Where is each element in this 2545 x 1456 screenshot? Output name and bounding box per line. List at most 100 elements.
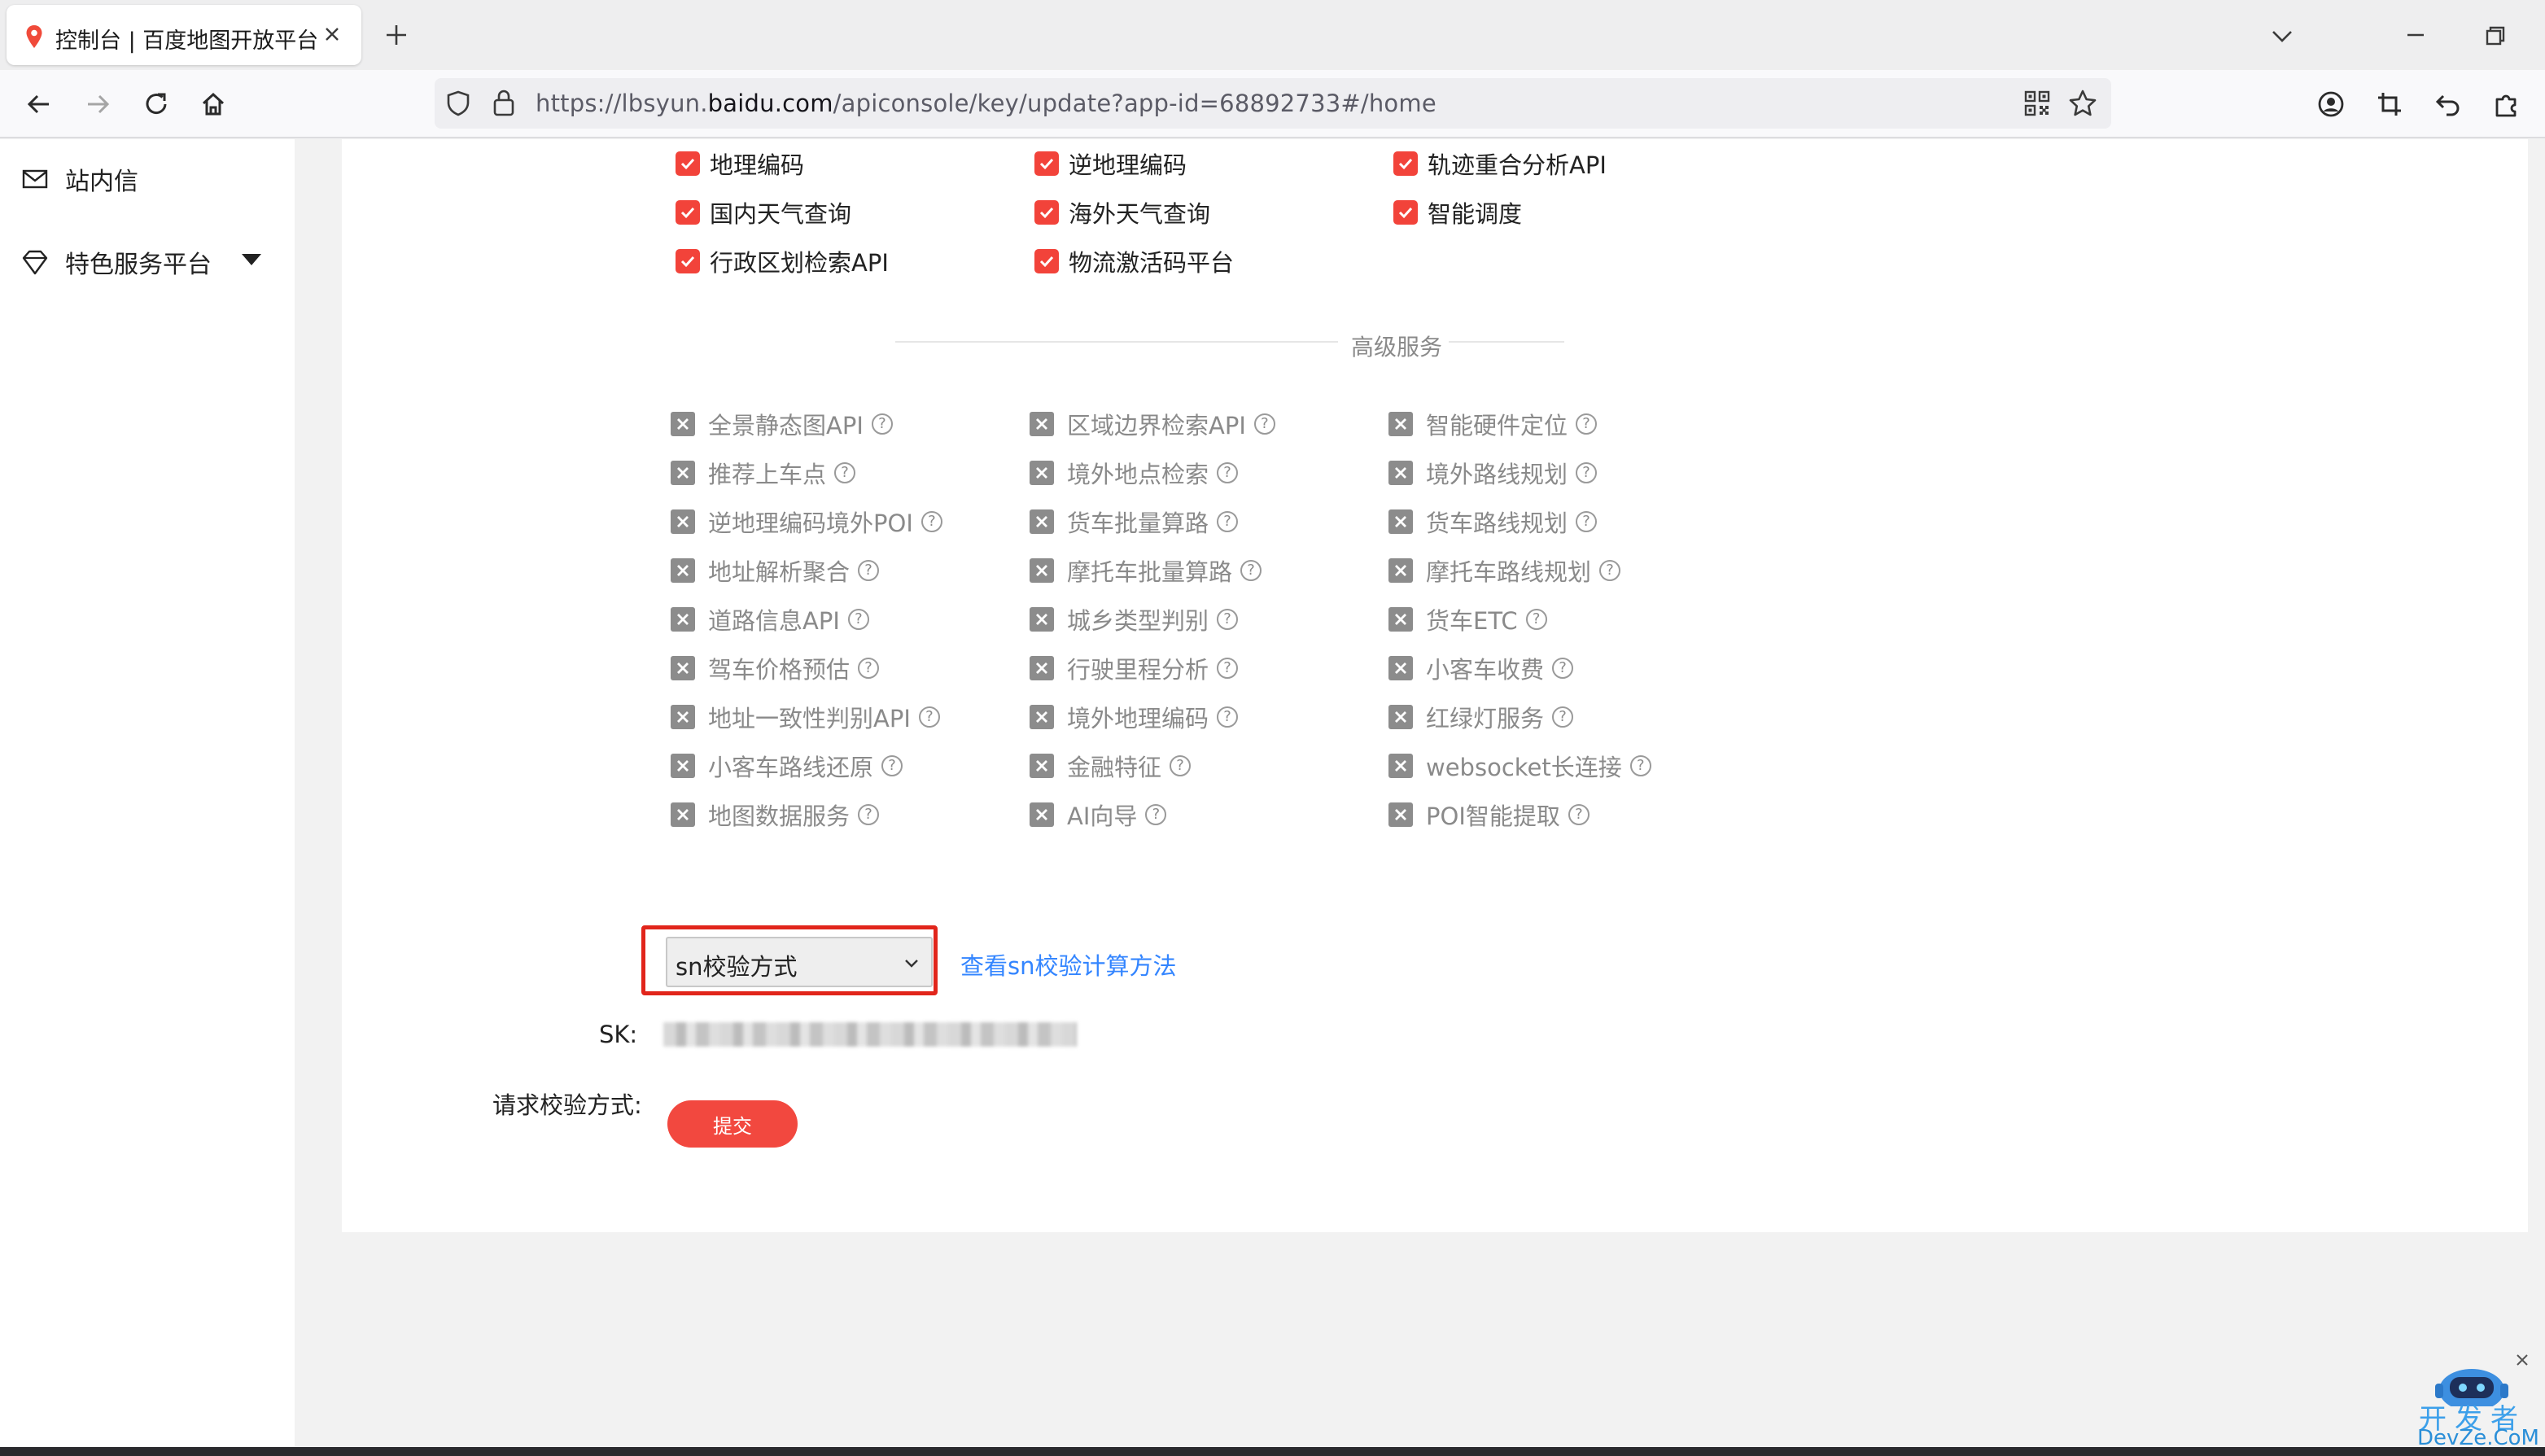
help-question-icon[interactable]: ? <box>1525 609 1547 630</box>
service-checkbox[interactable]: 国内天气查询 <box>676 196 851 229</box>
disabled-x-icon[interactable] <box>1030 802 1054 827</box>
help-question-icon[interactable]: ? <box>1217 706 1239 728</box>
help-question-icon[interactable]: ? <box>858 804 880 825</box>
help-question-icon[interactable]: ? <box>920 511 942 532</box>
help-question-icon[interactable]: ? <box>1217 511 1239 532</box>
advanced-service-item[interactable]: 逆地理编码境外POI? <box>671 505 942 538</box>
help-question-icon[interactable]: ? <box>858 658 880 679</box>
disabled-x-icon[interactable] <box>671 607 695 632</box>
advanced-service-item[interactable]: 地图数据服务? <box>671 798 880 831</box>
help-question-icon[interactable]: ? <box>1576 462 1598 483</box>
reload-icon[interactable] <box>138 86 174 122</box>
help-question-icon[interactable]: ? <box>858 560 880 581</box>
help-question-icon[interactable]: ? <box>1217 658 1239 679</box>
sidebar-item-special-services[interactable]: 特色服务平台 <box>21 242 212 282</box>
disabled-x-icon[interactable] <box>671 509 695 534</box>
service-checkbox[interactable]: 轨迹重合分析API <box>1393 147 1607 180</box>
new-tab-icon[interactable] <box>381 20 412 50</box>
checkmark-icon[interactable] <box>676 200 700 225</box>
account-icon[interactable] <box>2313 86 2349 122</box>
disabled-x-icon[interactable] <box>671 461 695 485</box>
verify-method-select[interactable]: sn校验方式 <box>666 937 933 987</box>
sn-calculation-link[interactable]: 查看sn校验计算方法 <box>960 947 1177 982</box>
checkmark-icon[interactable] <box>1034 151 1059 176</box>
disabled-x-icon[interactable] <box>1388 607 1413 632</box>
checkmark-icon[interactable] <box>676 151 700 176</box>
lock-icon[interactable] <box>492 88 516 117</box>
advanced-service-item[interactable]: 智能硬件定位? <box>1388 408 1598 440</box>
disabled-x-icon[interactable] <box>1030 461 1054 485</box>
address-bar[interactable]: https://lbsyun.baidu.com/apiconsole/key/… <box>435 78 2111 129</box>
disabled-x-icon[interactable] <box>1388 509 1413 534</box>
caret-down-icon[interactable] <box>241 253 262 266</box>
checkmark-icon[interactable] <box>1034 249 1059 273</box>
service-checkbox[interactable]: 智能调度 <box>1393 196 1522 229</box>
disabled-x-icon[interactable] <box>1388 802 1413 827</box>
disabled-x-icon[interactable] <box>671 558 695 583</box>
forward-arrow-icon[interactable] <box>80 86 116 122</box>
disabled-x-icon[interactable] <box>1030 607 1054 632</box>
advanced-service-item[interactable]: 货车ETC? <box>1388 603 1547 636</box>
extensions-puzzle-icon[interactable] <box>2489 86 2525 122</box>
disabled-x-icon[interactable] <box>671 802 695 827</box>
help-question-icon[interactable]: ? <box>1629 755 1651 776</box>
advanced-service-item[interactable]: 行驶里程分析? <box>1030 652 1239 684</box>
disabled-x-icon[interactable] <box>1030 705 1054 729</box>
advanced-service-item[interactable]: 境外地点检索? <box>1030 457 1239 489</box>
disabled-x-icon[interactable] <box>1030 754 1054 778</box>
disabled-x-icon[interactable] <box>1388 754 1413 778</box>
disabled-x-icon[interactable] <box>1030 558 1054 583</box>
minimize-window-icon[interactable] <box>2401 23 2430 47</box>
help-question-icon[interactable]: ? <box>918 706 940 728</box>
help-question-icon[interactable]: ? <box>1240 560 1262 581</box>
help-question-icon[interactable]: ? <box>1253 413 1275 435</box>
advanced-service-item[interactable]: 小客车路线还原? <box>671 750 903 782</box>
help-question-icon[interactable]: ? <box>1217 609 1239 630</box>
disabled-x-icon[interactable] <box>1030 656 1054 680</box>
url-text[interactable]: https://lbsyun.baidu.com/apiconsole/key/… <box>536 90 1436 117</box>
help-question-icon[interactable]: ? <box>1170 755 1192 776</box>
help-question-icon[interactable]: ? <box>1145 804 1167 825</box>
advanced-service-item[interactable]: 摩托车路线规划? <box>1388 554 1621 587</box>
qr-code-icon[interactable] <box>2023 90 2051 117</box>
sidebar-item-messages[interactable]: 站内信 <box>21 159 138 199</box>
service-checkbox[interactable]: 物流激活码平台 <box>1034 245 1234 278</box>
advanced-service-item[interactable]: 城乡类型判别? <box>1030 603 1239 636</box>
advanced-service-item[interactable]: 金融特征? <box>1030 750 1192 782</box>
disabled-x-icon[interactable] <box>1388 656 1413 680</box>
help-question-icon[interactable]: ? <box>834 462 856 483</box>
disabled-x-icon[interactable] <box>671 412 695 436</box>
service-checkbox[interactable]: 地理编码 <box>676 147 804 180</box>
advanced-service-item[interactable]: POI智能提取? <box>1388 798 1590 831</box>
disabled-x-icon[interactable] <box>1388 412 1413 436</box>
disabled-x-icon[interactable] <box>1388 705 1413 729</box>
advanced-service-item[interactable]: 驾车价格预估? <box>671 652 880 684</box>
service-checkbox[interactable]: 海外天气查询 <box>1034 196 1210 229</box>
help-question-icon[interactable]: ? <box>881 755 903 776</box>
advanced-service-item[interactable]: 小客车收费? <box>1388 652 1574 684</box>
chevron-down-icon[interactable] <box>2267 21 2297 50</box>
disabled-x-icon[interactable] <box>1388 558 1413 583</box>
checkmark-icon[interactable] <box>1393 151 1418 176</box>
disabled-x-icon[interactable] <box>1030 509 1054 534</box>
help-question-icon[interactable]: ? <box>1568 804 1590 825</box>
home-icon[interactable] <box>195 86 231 122</box>
help-question-icon[interactable]: ? <box>847 609 869 630</box>
tracking-shield-icon[interactable] <box>444 90 472 117</box>
help-question-icon[interactable]: ? <box>1552 658 1574 679</box>
undo-icon[interactable] <box>2430 86 2466 122</box>
disabled-x-icon[interactable] <box>671 754 695 778</box>
advanced-service-item[interactable]: 摩托车批量算路? <box>1030 554 1262 587</box>
help-question-icon[interactable]: ? <box>1576 511 1598 532</box>
advanced-service-item[interactable]: 货车路线规划? <box>1388 505 1598 538</box>
disabled-x-icon[interactable] <box>1388 461 1413 485</box>
advanced-service-item[interactable]: 区域边界检索API? <box>1030 408 1275 440</box>
submit-button[interactable]: 提交 <box>667 1100 798 1148</box>
advanced-service-item[interactable]: 境外地理编码? <box>1030 701 1239 733</box>
bookmark-star-icon[interactable] <box>2067 88 2098 119</box>
advanced-service-item[interactable]: 境外路线规划? <box>1388 457 1598 489</box>
help-question-icon[interactable]: ? <box>1599 560 1621 581</box>
help-question-icon[interactable]: ? <box>871 413 893 435</box>
screenshot-crop-icon[interactable] <box>2372 86 2407 122</box>
close-tab-icon[interactable] <box>317 20 347 49</box>
